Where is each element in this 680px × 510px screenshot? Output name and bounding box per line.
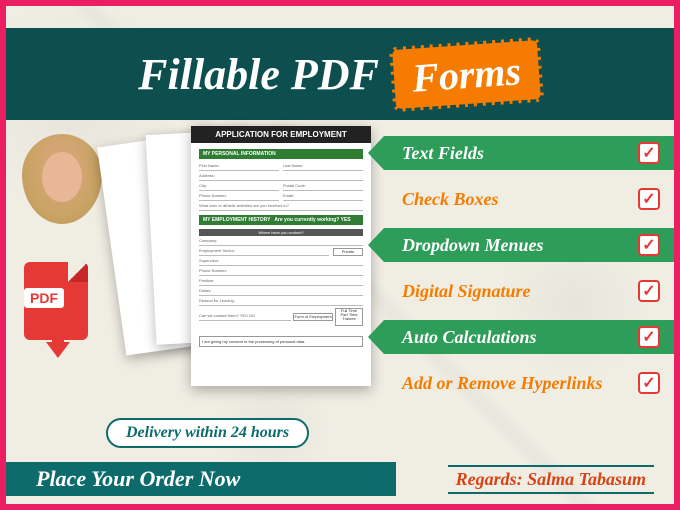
checkmark-icon: ✓ bbox=[638, 142, 660, 164]
feature-label: Check Boxes bbox=[402, 189, 638, 210]
form-field: Employment Sector: bbox=[199, 248, 329, 256]
checkmark-icon: ✓ bbox=[638, 372, 660, 394]
form-box: Full Time Part Time Trainee bbox=[335, 308, 363, 326]
form-field: City: bbox=[199, 183, 279, 191]
feature-label: Auto Calculations bbox=[402, 327, 638, 348]
document-stack: APPLICATION FOR EMPLOYMENT MY PERSONAL I… bbox=[111, 126, 371, 416]
feature-label: Text Fields bbox=[402, 143, 638, 164]
checkmark-icon: ✓ bbox=[638, 188, 660, 210]
feature-label: Add or Remove Hyperlinks bbox=[402, 373, 638, 394]
feature-row: Digital Signature✓ bbox=[384, 274, 674, 308]
cta-text: Place Your Order Now bbox=[36, 466, 240, 492]
cta-band: Place Your Order Now bbox=[6, 462, 396, 496]
form-field: Phone Number: bbox=[199, 193, 279, 201]
form-field: Reason for Leaving: bbox=[199, 298, 363, 306]
form-field: First Name: bbox=[199, 163, 279, 171]
form-field: Postal Code: bbox=[283, 183, 363, 191]
form-section-employment: MY EMPLOYMENT HISTORY Are you currently … bbox=[199, 215, 363, 225]
forms-badge-text: Forms bbox=[410, 48, 522, 100]
form-field: Position: bbox=[199, 278, 363, 286]
form-header: APPLICATION FOR EMPLOYMENT bbox=[191, 126, 371, 143]
title-prefix: Fillable PDF bbox=[138, 49, 379, 100]
feature-label: Dropdown Menues bbox=[402, 235, 638, 256]
feature-label: Digital Signature bbox=[402, 281, 638, 302]
form-field: Address: bbox=[199, 173, 363, 181]
form-field: What civic or athletic activities are yo… bbox=[199, 203, 363, 211]
pdf-icon: PDF bbox=[24, 262, 96, 350]
form-field: Can we contact them? YES NO bbox=[199, 313, 291, 321]
author-avatar bbox=[22, 134, 108, 230]
form-dropdown: Private bbox=[333, 248, 363, 256]
feature-row: Text Fields✓ bbox=[384, 136, 674, 170]
form-field: Company: bbox=[199, 238, 363, 246]
form-field: Duties: bbox=[199, 288, 363, 296]
feature-row: Check Boxes✓ bbox=[384, 182, 674, 216]
avatar-head bbox=[22, 134, 102, 224]
title-band: Fillable PDF Forms bbox=[6, 28, 674, 120]
form-subheader: Where have you worked? bbox=[199, 229, 363, 236]
feature-row: Auto Calculations✓ bbox=[384, 320, 674, 354]
feature-list: Text Fields✓Check Boxes✓Dropdown Menues✓… bbox=[384, 136, 674, 412]
form-box: Form of Employment bbox=[293, 313, 333, 321]
feature-row: Dropdown Menues✓ bbox=[384, 228, 674, 262]
checkmark-icon: ✓ bbox=[638, 326, 660, 348]
form-field: Phone Number: bbox=[199, 268, 363, 276]
form-field: Supervisor: bbox=[199, 258, 363, 266]
promo-canvas: Fillable PDF Forms PDF APPLICATION FOR E… bbox=[0, 0, 680, 510]
form-consent: I am giving my consent to the processing… bbox=[199, 336, 363, 347]
checkmark-icon: ✓ bbox=[638, 234, 660, 256]
sample-doc-front: APPLICATION FOR EMPLOYMENT MY PERSONAL I… bbox=[191, 126, 371, 386]
checkmark-icon: ✓ bbox=[638, 280, 660, 302]
form-field: Last Name: bbox=[283, 163, 363, 171]
form-section-personal: MY PERSONAL INFORMATION bbox=[199, 149, 363, 159]
regards-signature: Regards: Salma Tabasum bbox=[448, 465, 654, 494]
feature-row: Add or Remove Hyperlinks✓ bbox=[384, 366, 674, 400]
form-field: Email: bbox=[283, 193, 363, 201]
pdf-label: PDF bbox=[24, 288, 64, 308]
download-arrow-icon bbox=[46, 342, 70, 358]
forms-badge: Forms bbox=[389, 36, 544, 111]
avatar-face bbox=[42, 152, 82, 202]
delivery-pill: Delivery within 24 hours bbox=[106, 418, 309, 448]
